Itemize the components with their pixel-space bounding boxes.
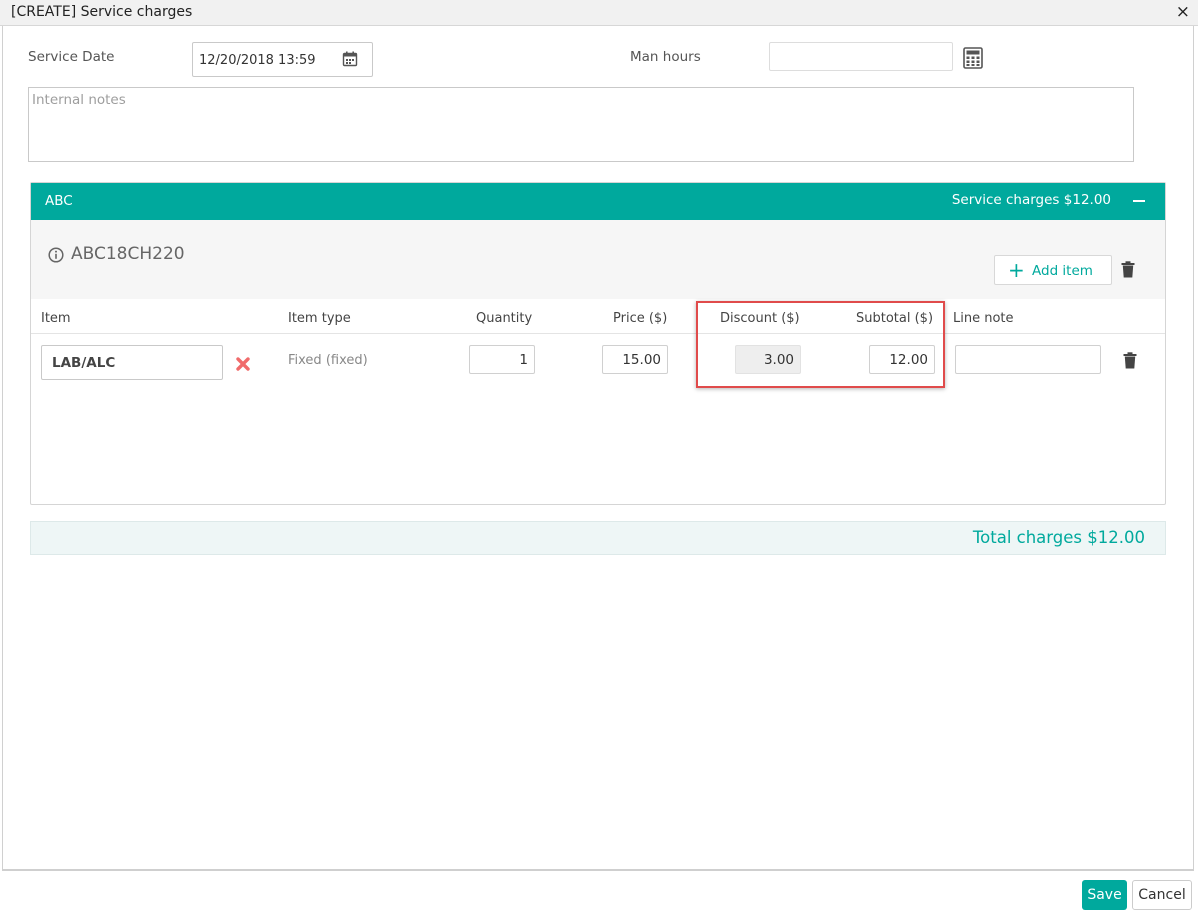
service-date-label: Service Date	[28, 49, 115, 65]
cancel-button[interactable]: Cancel	[1132, 880, 1192, 910]
trash-icon[interactable]	[1121, 261, 1135, 282]
save-button[interactable]: Save	[1082, 880, 1127, 910]
line-note-input[interactable]	[955, 345, 1101, 374]
service-date-value: 12/20/2018 13:59	[199, 53, 316, 68]
info-icon	[48, 247, 64, 267]
item-value: LAB/ALC	[52, 355, 116, 371]
man-hours-input[interactable]	[769, 42, 953, 71]
charge-group-header[interactable]: ABC Service charges $12.00	[31, 183, 1165, 220]
item-type-value: Fixed (fixed)	[288, 353, 368, 368]
quantity-value: 1	[519, 352, 528, 368]
price-input[interactable]: 15.00	[602, 345, 668, 374]
price-value: 15.00	[622, 352, 661, 368]
plus-icon: +	[1008, 258, 1025, 282]
item-input[interactable]: LAB/ALC	[41, 345, 223, 380]
column-header-line-note: Line note	[953, 311, 1014, 326]
window-title: [CREATE] Service charges	[11, 4, 193, 20]
charge-group-subheader: ABC18CH220 + Add item	[31, 220, 1165, 299]
minus-icon[interactable]	[1133, 200, 1145, 202]
trash-icon[interactable]	[1123, 352, 1137, 373]
add-item-button[interactable]: + Add item	[994, 255, 1112, 285]
total-charges-label: Total charges $12.00	[972, 528, 1145, 547]
add-item-label: Add item	[1032, 263, 1093, 279]
discount-subtotal-highlight	[696, 301, 945, 388]
column-header-quantity: Quantity	[476, 311, 533, 326]
column-header-item-type: Item type	[288, 311, 351, 326]
service-date-input[interactable]: 12/20/2018 13:59	[192, 42, 373, 77]
charge-group-name: ABC	[45, 193, 73, 209]
column-header-price: Price ($)	[613, 311, 668, 326]
header-divider	[31, 333, 1165, 334]
close-icon[interactable]: ×	[1176, 2, 1190, 22]
charge-group-code: ABC18CH220	[71, 244, 185, 264]
internal-notes-placeholder: Internal notes	[32, 92, 126, 108]
column-header-item: Item	[41, 311, 71, 326]
man-hours-label: Man hours	[630, 49, 701, 65]
calculator-icon[interactable]	[963, 47, 983, 73]
footer-divider	[2, 869, 1194, 871]
charge-group-panel: ABC Service charges $12.00 ABC18CH220 + …	[30, 182, 1166, 505]
remove-x-icon[interactable]	[236, 356, 250, 375]
quantity-input[interactable]: 1	[469, 345, 535, 374]
internal-notes-textarea[interactable]: Internal notes	[28, 87, 1134, 162]
total-charges-bar: Total charges $12.00	[30, 521, 1166, 555]
calendar-icon[interactable]	[342, 51, 358, 71]
window-titlebar: [CREATE] Service charges ×	[0, 0, 1198, 26]
charge-group-summary: Service charges $12.00	[951, 192, 1111, 208]
